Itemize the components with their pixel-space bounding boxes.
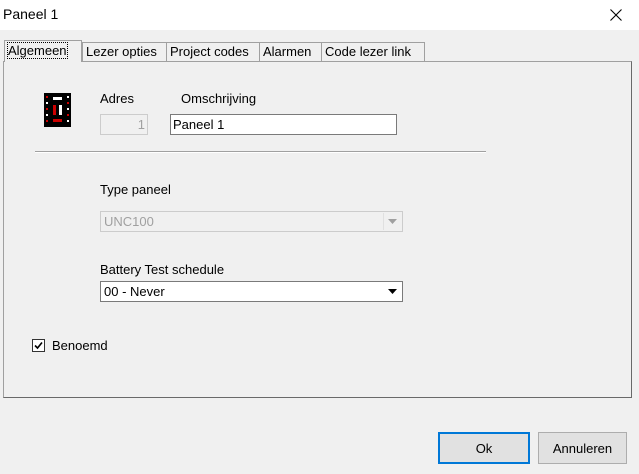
window-title: Paneel 1 [3, 6, 59, 22]
close-button[interactable] [593, 0, 639, 30]
tab-strip: Algemeen Lezer opties Project codes Alar… [4, 40, 634, 62]
address-label: Adres [100, 91, 134, 106]
tab-algemeen[interactable]: Algemeen [4, 40, 82, 62]
cancel-button[interactable]: Annuleren [538, 432, 627, 464]
tab-lezer-opties[interactable]: Lezer opties [82, 42, 168, 61]
chevron-down-icon [383, 213, 401, 230]
panel-chip-icon [44, 93, 71, 127]
chevron-down-icon [384, 283, 401, 300]
separator-line [35, 151, 486, 153]
battery-test-value: 00 - Never [104, 284, 165, 299]
title-bar: Paneel 1 [0, 0, 639, 30]
battery-test-select[interactable]: 00 - Never [100, 281, 403, 302]
battery-test-label: Battery Test schedule [100, 262, 225, 277]
named-label: Benoemd [52, 338, 108, 353]
panel-type-value: UNC100 [104, 214, 154, 229]
close-icon [610, 9, 622, 21]
panel-type-select[interactable]: UNC100 [100, 211, 403, 232]
tab-alarmen[interactable]: Alarmen [259, 42, 323, 61]
tab-algemeen-label: Algemeen [7, 42, 68, 59]
named-checkbox[interactable] [32, 339, 45, 352]
tab-project-codes[interactable]: Project codes [166, 42, 261, 61]
checkmark-icon [34, 341, 43, 350]
description-label: Omschrijving [181, 91, 257, 106]
description-field[interactable]: Paneel 1 [170, 114, 397, 135]
tab-code-lezer-link[interactable]: Code lezer link [321, 42, 425, 61]
panel-type-label: Type paneel [100, 182, 171, 197]
address-field[interactable]: 1 [100, 114, 148, 135]
ok-button[interactable]: Ok [438, 432, 530, 464]
